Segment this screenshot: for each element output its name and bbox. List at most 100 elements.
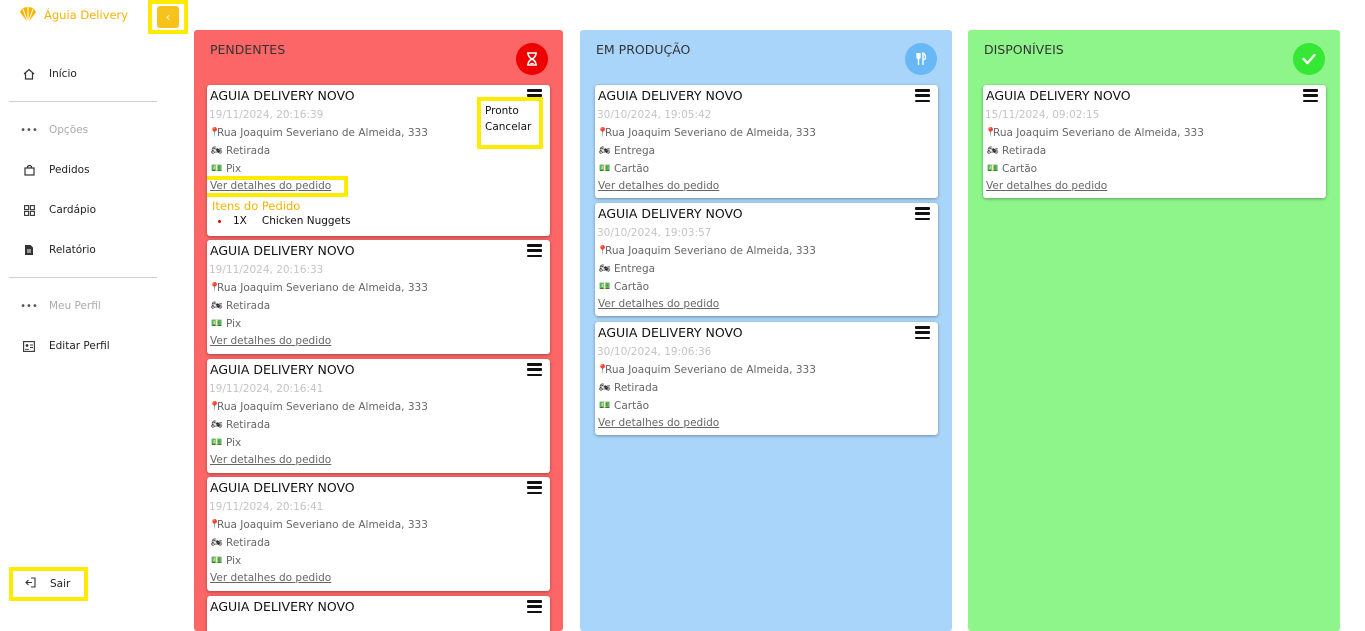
order-details-link[interactable]: Ver detalhes do pedido [210,454,331,466]
map-pin-icon: 📍 [985,128,997,138]
motorcycle-icon: 🏍 [211,420,223,430]
order-details-link[interactable]: Ver detalhes do pedido [598,298,719,310]
order-delivery: 🏍 Retirada [209,300,270,312]
order-payment-text: Cartão [614,400,650,412]
order-details-link[interactable]: Ver detalhes do pedido [210,335,331,347]
order-address: 📍 Rua Joaquim Severiano de Almeida, 333 [597,245,816,257]
order-payment-text: Pix [226,318,242,330]
order-date: 30/10/2024, 19:03:57 [597,227,712,239]
order-payment-text: Pix [226,163,242,175]
bag-icon [22,163,36,177]
chevron-left-icon: ‹ [157,6,179,28]
order-card[interactable]: AGUIA DELIVERY NOVO 19/11/2024, 20:16:41… [207,477,550,591]
order-title: AGUIA DELIVERY NOVO [986,88,1131,103]
motorcycle-icon: 🏍 [211,301,223,311]
hourglass-icon [516,43,548,75]
order-address: 📍 Rua Joaquim Severiano de Almeida, 333 [597,364,816,376]
sidebar-item-relatorio[interactable]: Relatório [22,240,96,260]
order-date: 19/11/2024, 20:16:33 [209,264,324,276]
brand[interactable]: Águia Delivery [18,5,128,25]
order-card[interactable]: AGUIA DELIVERY NOVO 19/11/2024, 20:16:41… [207,359,550,473]
order-item-name: Chicken Nuggets [261,215,351,227]
map-pin-icon: 📍 [209,128,221,138]
logout-button[interactable]: Sair [9,567,88,601]
order-card[interactable]: AGUIA DELIVERY NOVO 30/10/2024, 19:05:42… [595,85,938,198]
menu-icon[interactable] [915,207,930,220]
order-delivery-text: Retirada [226,537,271,549]
column-em-producao: EM PRODUÇÃO AGUIA DELIVERY NOVO 30/10/20… [580,30,952,631]
menu-icon[interactable] [915,326,930,339]
order-date: 30/10/2024, 19:05:42 [597,109,712,121]
column-title: EM PRODUÇÃO [596,42,691,57]
order-details-link[interactable]: Ver detalhes do pedido [986,180,1107,192]
order-payment-text: Cartão [614,281,650,293]
order-address-text: Rua Joaquim Severiano de Almeida, 333 [605,127,816,139]
menu-icon[interactable] [527,600,542,613]
dots-icon: ••• [20,124,38,136]
order-address: 📍 Rua Joaquim Severiano de Almeida, 333 [985,127,1204,139]
map-pin-icon: 📍 [209,283,221,293]
motorcycle-icon: 🏍 [987,146,999,156]
order-payment-text: Pix [226,555,242,567]
order-card[interactable]: AGUIA DELIVERY NOVO 30/10/2024, 19:03:57… [595,203,938,316]
order-payment: 💵 Cartão [597,163,649,175]
order-title: AGUIA DELIVERY NOVO [210,480,355,495]
sidebar-item-inicio[interactable]: Início [22,64,77,84]
menu-icon[interactable] [915,89,930,102]
check-icon [1293,43,1325,75]
order-actions-dropdown: Pronto Cancelar [477,97,543,149]
order-card[interactable]: AGUIA DELIVERY NOVO 30/10/2024, 19:06:36… [595,322,938,435]
collapse-sidebar-button[interactable]: ‹ [148,0,188,34]
order-details-link[interactable]: Ver detalhes do pedido [598,417,719,429]
sidebar-section-label: Opções [49,124,89,136]
action-pronto[interactable]: Pronto [485,103,539,119]
action-cancelar[interactable]: Cancelar [485,119,539,135]
map-pin-icon: 📍 [597,365,609,375]
order-item: 1X Chicken Nuggets [218,215,351,227]
money-icon: 💵 [599,282,611,292]
sidebar-item-label: Pedidos [49,164,90,176]
menu-icon[interactable] [527,481,542,494]
order-details-link[interactable]: Ver detalhes do pedido [210,572,331,584]
column-disponiveis: DISPONÍVEIS AGUIA DELIVERY NOVO 15/11/20… [968,30,1340,631]
order-title: AGUIA DELIVERY NOVO [210,243,355,258]
order-delivery: 🏍 Retirada [597,382,658,394]
menu-icon[interactable] [1303,89,1318,102]
order-address: 📍 Rua Joaquim Severiano de Almeida, 333 [209,519,428,531]
brand-name: Águia Delivery [44,8,129,22]
map-pin-icon: 📍 [209,402,221,412]
order-payment: 💵 Pix [209,555,241,567]
order-card[interactable]: AGUIA DELIVERY NOVO [207,596,550,631]
order-card[interactable]: AGUIA DELIVERY NOVO 19/11/2024, 20:16:39… [207,85,550,236]
motorcycle-icon: 🏍 [211,146,223,156]
sidebar: Águia Delivery ‹ Início ••• Opções Pedid… [0,0,188,631]
order-title: AGUIA DELIVERY NOVO [210,599,355,614]
sidebar-item-editar-perfil[interactable]: Editar Perfil [22,336,110,356]
order-title: AGUIA DELIVERY NOVO [598,206,743,221]
order-payment: 💵 Pix [209,318,241,330]
menu-icon[interactable] [527,363,542,376]
utensils-icon [905,43,937,75]
order-delivery-text: Retirada [226,419,271,431]
order-details-link[interactable]: Ver detalhes do pedido [598,180,719,192]
menu-icon[interactable] [527,244,542,257]
sidebar-item-pedidos[interactable]: Pedidos [22,160,90,180]
map-pin-icon: 📍 [209,520,221,530]
shell-logo-icon [20,7,36,24]
money-icon: 💵 [599,401,611,411]
motorcycle-icon: 🏍 [599,383,611,393]
motorcycle-icon: 🏍 [599,264,611,274]
order-address-text: Rua Joaquim Severiano de Almeida, 333 [217,282,428,294]
order-address: 📍 Rua Joaquim Severiano de Almeida, 333 [209,127,428,139]
sidebar-section-meu-perfil: ••• Meu Perfil [20,296,101,316]
order-card[interactable]: AGUIA DELIVERY NOVO 19/11/2024, 20:16:33… [207,240,550,354]
sidebar-item-cardapio[interactable]: Cardápio [22,200,96,220]
sidebar-item-label: Cardápio [49,204,97,216]
order-address-text: Rua Joaquim Severiano de Almeida, 333 [605,245,816,257]
order-card[interactable]: AGUIA DELIVERY NOVO 15/11/2024, 09:02:15… [983,85,1326,198]
order-payment: 💵 Pix [209,163,241,175]
order-date: 30/10/2024, 19:06:36 [597,346,712,358]
order-title: AGUIA DELIVERY NOVO [210,362,355,377]
order-delivery-text: Entrega [614,145,656,157]
order-address: 📍 Rua Joaquim Severiano de Almeida, 333 [209,401,428,413]
